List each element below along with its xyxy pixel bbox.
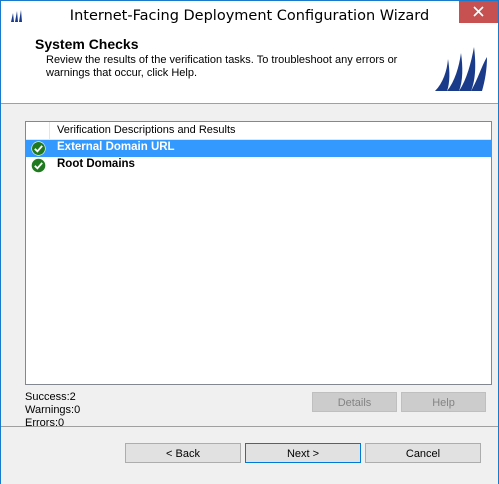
list-column-header[interactable]: Verification Descriptions and Results [26,122,491,140]
back-button[interactable]: < Back [125,443,241,463]
status-column-header[interactable] [26,122,50,139]
content-area: Verification Descriptions and Results Ex… [1,104,498,429]
list-item[interactable]: External Domain URL [26,140,491,157]
column-header-label: Verification Descriptions and Results [57,124,236,136]
wizard-header: System Checks Review the results of the … [1,31,498,104]
wizard-window: Internet-Facing Deployment Configuration… [0,0,499,484]
success-check-icon [31,158,46,173]
list-item[interactable]: Root Domains [26,157,491,174]
help-button[interactable]: Help [401,392,486,412]
results-list[interactable]: Verification Descriptions and Results Ex… [25,121,492,385]
close-icon [473,6,484,17]
list-item-label: External Domain URL [57,141,175,153]
page-description: Review the results of the verification t… [46,54,398,79]
success-count: Success:2 [25,391,76,403]
title-bar[interactable]: Internet-Facing Deployment Configuration… [1,1,498,31]
warnings-count: Warnings:0 [25,404,81,416]
wizard-footer: < Back Next > Cancel [1,426,498,484]
window-title: Internet-Facing Deployment Configuration… [69,8,430,24]
list-item-label: Root Domains [57,158,135,170]
success-check-icon [31,141,46,156]
next-button[interactable]: Next > [245,443,361,463]
close-button[interactable] [459,1,498,23]
dynamics-logo [435,47,487,91]
page-title: System Checks [35,36,139,52]
cancel-button[interactable]: Cancel [365,443,481,463]
details-button[interactable]: Details [312,392,397,412]
